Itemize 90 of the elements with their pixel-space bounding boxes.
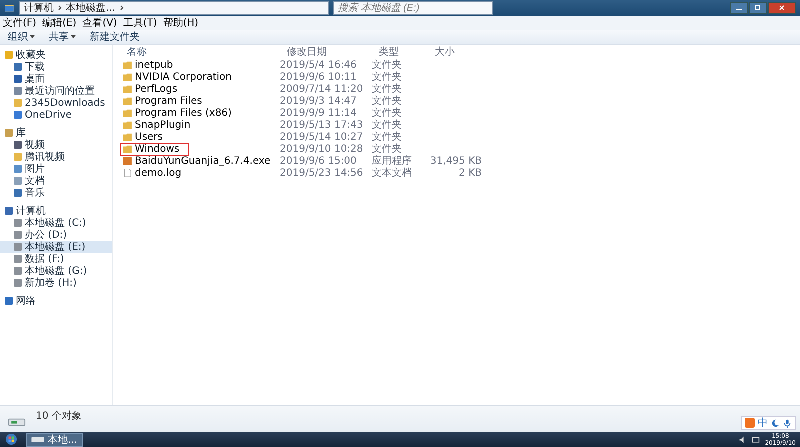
nav-item[interactable]: 腾讯视频 [0,151,112,163]
status-text: 10 个对象 [36,410,82,423]
table-cell-text: 2019/9/6 15:00 [280,156,358,166]
nav-icon [5,297,13,305]
caret-icon [71,35,76,39]
ime-mode[interactable]: 中 [758,416,768,430]
nav-item[interactable]: 2345Downloads [0,97,112,109]
nav-item[interactable]: 网络 [0,295,112,307]
column-header[interactable]: 名称 [117,45,287,59]
app-icon [123,157,132,165]
toolbar-button[interactable]: 组织 [6,30,37,44]
nav-item[interactable]: OneDrive [0,109,112,121]
table-cell-text: 文件夹 [372,142,403,156]
table-cell-text: 文件夹 [372,58,403,72]
microphone-icon [783,418,792,428]
nav-item[interactable]: 本地磁盘 (G:) [0,265,112,277]
breadcrumb[interactable]: 本地磁盘... [66,1,116,15]
address-bar[interactable]: 计算机 本地磁盘... [19,1,329,15]
drive-icon [8,417,26,427]
table-cell-text: 2019/9/6 10:11 [280,72,358,82]
nav-item[interactable]: 办公 (D:) [0,229,112,241]
toolbar-button[interactable]: 新建文件夹 [88,30,142,44]
nav-item[interactable]: 本地磁盘 (C:) [0,217,112,229]
nav-item[interactable]: 最近访问的位置 [0,85,112,97]
file-name[interactable]: Windows [135,144,180,154]
nav-item[interactable]: 数据 (F:) [0,253,112,265]
taskbar-button[interactable]: 本地... [26,432,83,446]
table-cell-text: 2019/5/13 17:43 [280,120,364,130]
nav-item[interactable]: 计算机 [0,205,112,217]
caret-icon [30,35,35,39]
explorer-icon [4,2,15,14]
moon-icon [771,418,780,428]
nav-item[interactable]: 收藏夹 [0,49,112,61]
table-cell-text: 2019/9/9 11:14 [280,108,358,118]
table-cell-text: 文件夹 [372,118,403,132]
nav-item[interactable]: 库 [0,127,112,139]
minimize-button[interactable] [730,2,748,14]
menu-item[interactable]: 文件(F) [3,16,37,30]
search-field[interactable]: 搜索 本地磁盘 (E:) [333,1,493,15]
column-header[interactable]: 大小 [431,45,493,59]
drive-icon [31,436,45,443]
table-cell-text: 2019/5/4 16:46 [280,60,358,70]
close-icon [777,5,787,11]
file-name[interactable]: NVIDIA Corporation [135,72,232,82]
file-name[interactable]: SnapPlugin [135,120,191,130]
maximize-icon [753,5,763,11]
file-name[interactable]: Program Files (x86) [135,108,232,118]
table-cell-text: 文件夹 [372,106,403,120]
nav-item[interactable]: 文档 [0,175,112,187]
ime-bar[interactable]: 中 [741,416,796,430]
logo-icon [6,434,16,445]
table-cell: 31,495 KB [430,156,482,166]
nav-item[interactable]: 图片 [0,163,112,175]
file-name[interactable]: BaiduYunGuanjia_6.7.4.exe [135,156,271,166]
table-cell-text: 文件夹 [372,82,403,96]
nav-item[interactable]: 本地磁盘 (E:) [0,241,112,253]
nav-item[interactable]: 新加卷 (H:) [0,277,112,289]
table-cell: 2 KB [459,168,482,178]
file-name[interactable]: PerfLogs [135,84,178,94]
column-header[interactable]: 类型 [379,45,431,59]
breadcrumb[interactable]: 计算机 [24,1,54,15]
menu-item[interactable]: 帮助(H) [163,16,199,30]
table-cell-text: 文本文档 [372,166,413,180]
table-cell-text: 2019/9/3 14:47 [280,96,358,106]
table-cell-text: 2009/7/14 11:20 [280,84,364,94]
document-icon [123,169,132,177]
table-cell-text: 2019/9/10 10:28 [280,144,364,154]
nav-item[interactable]: 音乐 [0,187,112,199]
menu-item[interactable]: 查看(V) [82,16,118,30]
toolbar-button[interactable]: 共享 [47,30,78,44]
chevron-icon [118,5,125,11]
menu-item[interactable]: 工具(T) [123,16,158,30]
file-name[interactable]: demo.log [135,168,182,178]
chevron-icon [57,5,63,11]
table-cell-text: 2019/5/14 10:27 [280,132,364,142]
menu-item[interactable]: 编辑(E) [42,16,77,30]
table-cell-text: 2019/5/23 14:56 [280,168,364,178]
nav-item[interactable]: 桌面 [0,73,112,85]
nav-item[interactable]: 下载 [0,61,112,73]
table-cell-text: 文件夹 [372,70,403,84]
nav-item[interactable]: 视频 [0,139,112,151]
table-cell-text: 文件夹 [372,130,403,144]
table-cell-text: 文件夹 [372,94,403,108]
maximize-button[interactable] [749,2,767,14]
file-name[interactable]: Program Files [135,96,202,106]
column-header[interactable]: 修改日期 [287,45,379,59]
close-button[interactable] [768,2,796,14]
file-name[interactable]: inetpub [135,60,174,70]
table-cell-text: 应用程序 [372,154,413,168]
file-name[interactable]: Users [135,132,164,142]
